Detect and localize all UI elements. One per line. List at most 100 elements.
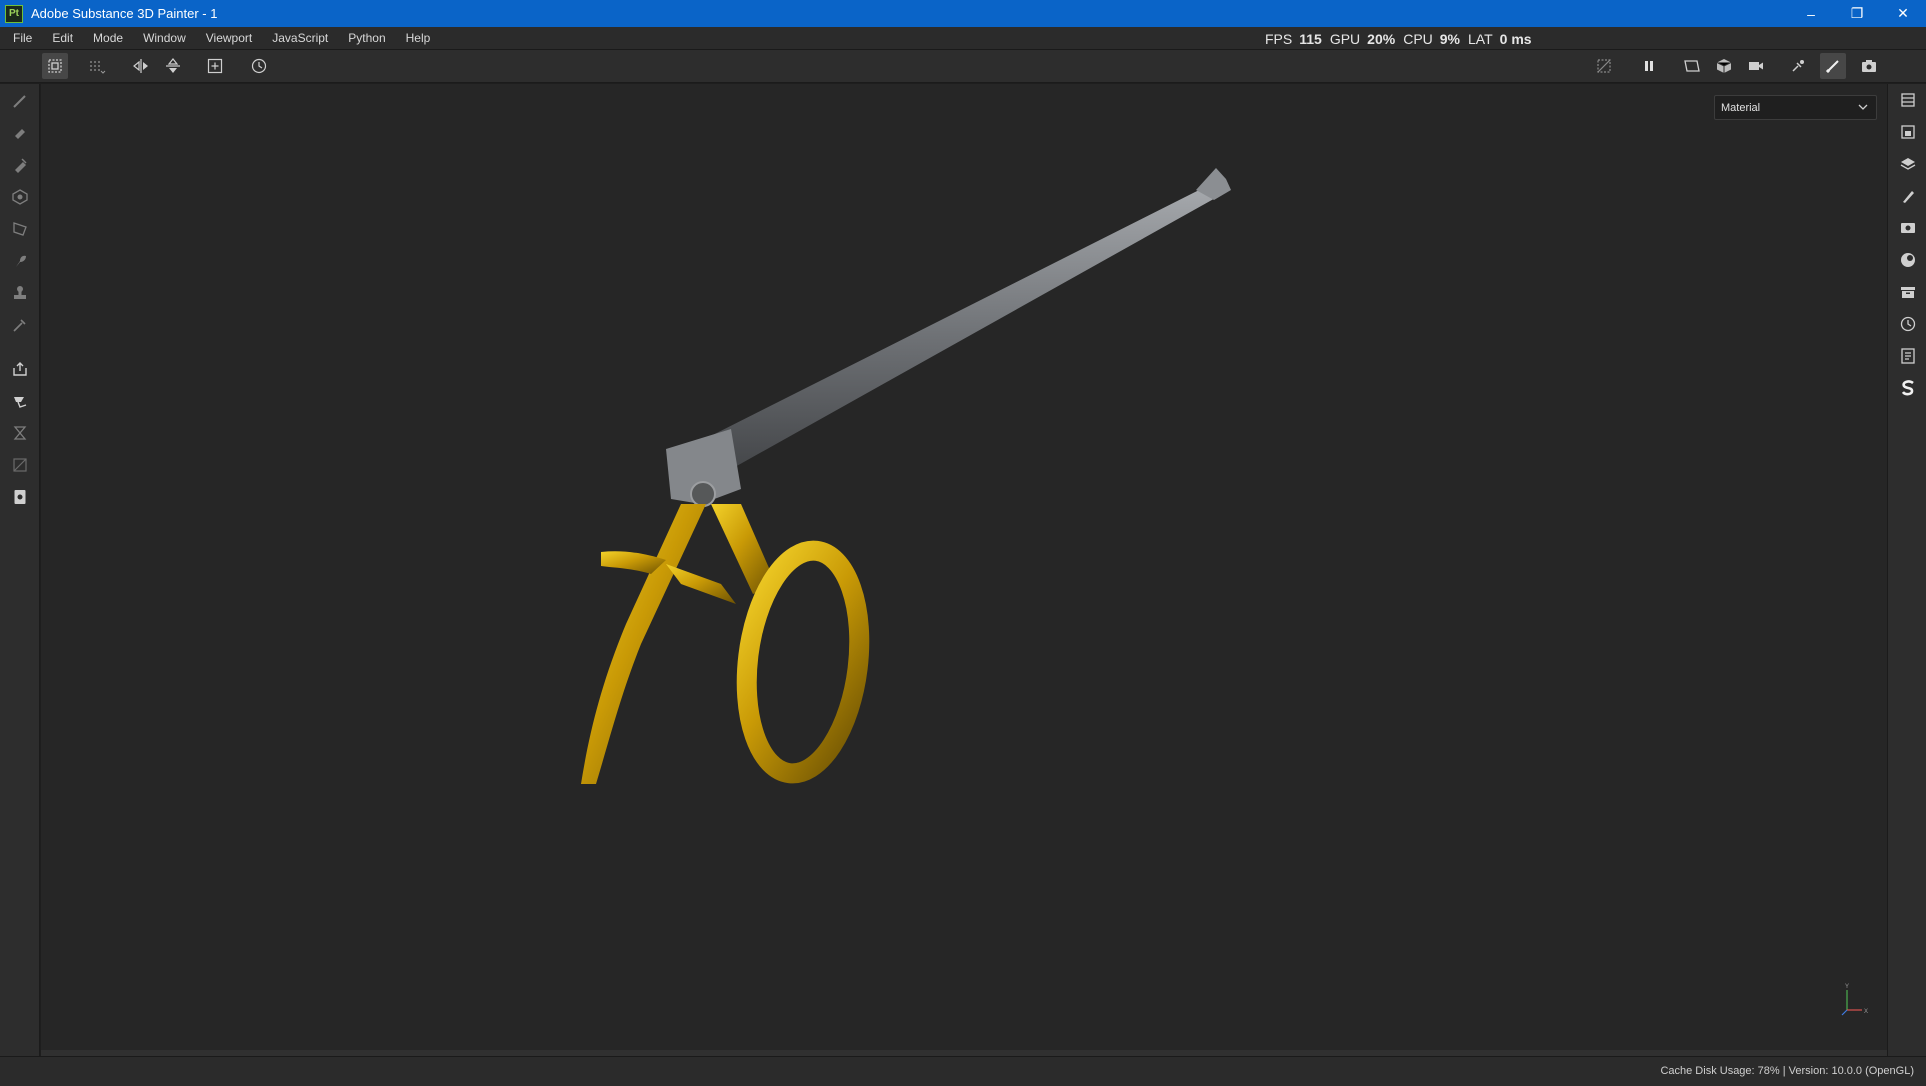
close-button[interactable]: ✕ <box>1880 0 1926 27</box>
gpu-value: 20% <box>1367 30 1396 47</box>
performance-stats: FPS 115 GPU 20% CPU 9% LAT 0 ms <box>1265 27 1540 50</box>
grid-select-button[interactable] <box>84 53 110 79</box>
status-text: Cache Disk Usage: 78% | Version: 10.0.0 … <box>1660 1065 1914 1077</box>
brush-settings-icon <box>1792 60 1804 72</box>
display-settings-button[interactable] <box>1896 216 1920 240</box>
fps-label: FPS <box>1265 30 1293 47</box>
add-frame-button[interactable] <box>202 53 228 79</box>
clone-stamp-icon <box>14 286 26 299</box>
eraser-tool[interactable] <box>8 121 32 145</box>
forceps-shaft <box>671 184 1219 486</box>
layers-icon <box>1900 158 1916 170</box>
minimize-button[interactable]: – <box>1788 0 1834 27</box>
paint-brush-icon <box>13 95 26 108</box>
export-tool[interactable] <box>8 357 32 381</box>
forceps-model <box>581 168 1231 784</box>
hourglass-tool[interactable] <box>8 421 32 445</box>
history-icon <box>251 58 267 74</box>
mirror-y-button[interactable] <box>160 53 186 79</box>
cube-view-icon <box>1716 59 1732 73</box>
uv-view-button[interactable] <box>1679 53 1705 79</box>
forceps-screw <box>690 481 716 507</box>
left-tool-column <box>0 84 40 1056</box>
bake-icon <box>14 397 27 408</box>
export-icon <box>13 362 27 376</box>
paint-brush-tool[interactable] <box>8 89 32 113</box>
document-tool[interactable] <box>8 485 32 509</box>
history-button[interactable] <box>246 53 272 79</box>
log-button[interactable] <box>1896 344 1920 368</box>
menu-file[interactable]: File <box>0 27 42 50</box>
chevron-down-icon <box>1858 104 1868 110</box>
texture-set-icon <box>1901 125 1915 139</box>
disabled-tool[interactable] <box>8 453 32 477</box>
add-frame-icon <box>207 58 223 74</box>
display-settings-icon <box>1901 223 1915 233</box>
window-title: Adobe Substance 3D Painter - 1 <box>31 6 218 21</box>
log-icon <box>1901 348 1915 364</box>
selection-button[interactable] <box>42 53 68 79</box>
maximize-button[interactable]: ❐ <box>1834 0 1880 27</box>
menu-bar: File Edit Mode Window Viewport JavaScrip… <box>0 27 1926 50</box>
history-panel-button[interactable] <box>1896 312 1920 336</box>
menu-javascript[interactable]: JavaScript <box>262 27 338 50</box>
menu-edit[interactable]: Edit <box>42 27 83 50</box>
polygon-fill-icon <box>13 222 27 236</box>
clone-stamp-tool[interactable] <box>8 281 32 305</box>
layers-button[interactable] <box>1896 152 1920 176</box>
environment-icon <box>1901 253 1915 267</box>
menu-mode[interactable]: Mode <box>83 27 133 50</box>
cpu-value: 9% <box>1439 30 1460 47</box>
color-picker-tool[interactable] <box>8 313 32 337</box>
mirror-x-button[interactable] <box>128 53 154 79</box>
smudge-icon <box>16 255 26 267</box>
grid-select-icon <box>90 61 106 74</box>
color-picker-icon <box>13 319 26 332</box>
substance-icon <box>1901 380 1914 396</box>
properties-button[interactable] <box>1896 184 1920 208</box>
camera-button[interactable] <box>1743 53 1769 79</box>
forceps-left-handle <box>581 504 706 784</box>
camera-icon <box>1749 62 1763 70</box>
toolbar <box>0 50 1926 83</box>
brush-settings-button[interactable] <box>1785 53 1811 79</box>
window-controls: – ❐ ✕ <box>1788 0 1926 27</box>
smudge-tool[interactable] <box>8 249 32 273</box>
app-logo: Pt <box>5 4 23 23</box>
shelf-icon <box>1901 287 1915 298</box>
environment-button[interactable] <box>1896 248 1920 272</box>
lat-label: LAT <box>1468 30 1493 47</box>
right-dock <box>1887 84 1926 1056</box>
paint-mode-button[interactable] <box>1820 53 1846 79</box>
display-mode-select[interactable]: Material <box>1714 95 1877 120</box>
bake-tool[interactable] <box>8 389 32 413</box>
viewport-3d[interactable] <box>41 84 1887 1056</box>
menu-python[interactable]: Python <box>338 27 395 50</box>
axis-y-label: Y <box>1845 984 1849 990</box>
projection-tool[interactable] <box>8 153 32 177</box>
shelf-button[interactable] <box>1896 280 1920 304</box>
menu-window[interactable]: Window <box>133 27 196 50</box>
screenshot-icon <box>1862 60 1876 72</box>
history-icon <box>1900 316 1916 332</box>
layers-stack-button[interactable] <box>1896 88 1920 112</box>
pause-button[interactable] <box>1636 53 1662 79</box>
paint-icon <box>1825 60 1839 74</box>
status-bar: Cache Disk Usage: 78% | Version: 10.0.0 … <box>0 1056 1926 1086</box>
cube-view-button[interactable] <box>1711 53 1737 79</box>
geometry-fill-icon <box>12 189 28 205</box>
layers-stack-icon <box>1901 93 1915 107</box>
menu-help[interactable]: Help <box>396 27 441 50</box>
polygon-fill-tool[interactable] <box>8 217 32 241</box>
uv-view-icon <box>1684 60 1700 72</box>
screenshot-button[interactable] <box>1856 53 1882 79</box>
geometry-fill-tool[interactable] <box>8 185 32 209</box>
disabled-tool-icon <box>13 458 27 472</box>
display-mode-value: Material <box>1721 101 1761 114</box>
gpu-label: GPU <box>1329 30 1361 47</box>
texture-set-button[interactable] <box>1896 120 1920 144</box>
forceps-spring <box>666 564 736 604</box>
substance-button[interactable] <box>1896 376 1920 400</box>
menu-viewport[interactable]: Viewport <box>196 27 262 50</box>
hide-button[interactable] <box>1591 53 1617 79</box>
